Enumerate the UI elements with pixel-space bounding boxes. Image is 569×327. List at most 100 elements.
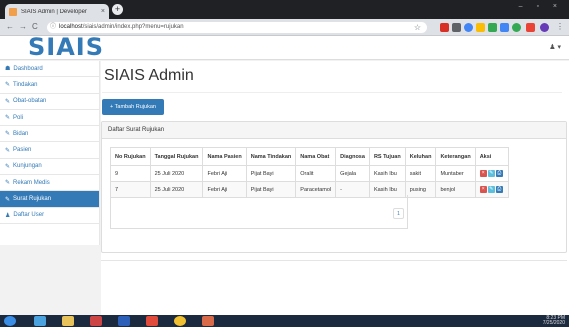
sidebar-item-rekam-medis[interactable]: ✎ Rekam Medis xyxy=(0,175,99,192)
edit-button[interactable]: ✎ xyxy=(487,186,495,193)
panel-title: Daftar Surat Rujukan xyxy=(102,122,566,139)
app-icon[interactable] xyxy=(90,316,102,326)
rujukan-panel: Daftar Surat Rujukan No Rujukan Tanggal R… xyxy=(101,121,567,253)
ie-icon[interactable] xyxy=(34,316,46,326)
table-cell: Gejala xyxy=(335,165,370,182)
edit-icon: ✎ xyxy=(5,196,11,203)
edit-icon: ✎ xyxy=(5,163,11,170)
divider xyxy=(101,260,567,261)
add-rujukan-button[interactable]: + Tambah Rujukan xyxy=(102,99,164,115)
sidebar-item-label: Surat Rujukan xyxy=(13,196,52,203)
address-bar[interactable]: ⓘ localhost/siais/admin/index.php?menu=r… xyxy=(47,22,427,33)
sidebar-item-bidan[interactable]: ✎ Bidan xyxy=(0,126,99,143)
sidebar-item-label: Daftar User xyxy=(13,212,45,219)
tab-close-icon[interactable]: × xyxy=(101,8,105,15)
vscode-icon[interactable] xyxy=(118,316,130,326)
divider xyxy=(102,92,562,93)
reload-icon[interactable]: C xyxy=(32,22,38,31)
browser-tab[interactable]: SIAIS Admin | Developer × xyxy=(5,4,109,19)
table-row: 9 25 Juli 2020 Febri Aji Pijat Bayi Oralit Ge… xyxy=(110,165,509,182)
sidebar-item-label: Obat-obatan xyxy=(13,98,47,105)
action-cell: × ✎ ⎙ xyxy=(474,181,509,198)
bookmark-star-icon[interactable]: ☆ xyxy=(414,22,421,33)
explorer-icon[interactable] xyxy=(62,316,74,326)
tab-title: SIAIS Admin | Developer xyxy=(21,8,87,15)
sidebar-item-label: Kunjungan xyxy=(13,163,42,170)
forward-icon[interactable]: → xyxy=(19,22,27,31)
extension-icon[interactable] xyxy=(526,23,535,32)
edit-icon: ✎ xyxy=(5,82,11,89)
extension-icon[interactable] xyxy=(500,23,509,32)
column-header: Keluhan xyxy=(404,147,437,166)
column-header: Keterangan xyxy=(435,147,476,166)
sidebar-item-poli[interactable]: ✎ Poli xyxy=(0,110,99,127)
app-icon[interactable] xyxy=(202,316,214,326)
sidebar-item-daftar-user[interactable]: ♟ Daftar User xyxy=(0,208,99,224)
delete-button[interactable]: × xyxy=(479,170,487,177)
column-header: RS Tujuan xyxy=(368,147,406,166)
sidebar-item-label: Rekam Medis xyxy=(13,179,50,186)
delete-button[interactable]: × xyxy=(479,186,487,193)
chrome-menu-icon[interactable]: ⋮ xyxy=(556,22,564,31)
column-header: Nama Pasien xyxy=(202,147,247,166)
table-cell: Oralit xyxy=(295,165,337,182)
edit-icon: ✎ xyxy=(5,98,11,105)
edit-icon: ✎ xyxy=(5,131,11,138)
sidebar-item-surat-rujukan[interactable]: ✎ Surat Rujukan xyxy=(0,191,99,208)
column-header: Diagnosa xyxy=(335,147,370,166)
back-icon[interactable]: ← xyxy=(6,22,14,31)
start-button[interactable] xyxy=(4,316,16,326)
site-info-icon[interactable]: ⓘ xyxy=(50,22,56,33)
table-header-row: No Rujukan Tanggal Rujukan Nama Pasien Nama… xyxy=(110,147,509,166)
extension-icon[interactable] xyxy=(488,23,497,32)
extension-icon[interactable] xyxy=(464,23,473,32)
rujukan-table: No Rujukan Tanggal Rujukan Nama Pasien Nama… xyxy=(110,147,509,198)
sidebar-item-dashboard[interactable]: ☗ Dashboard xyxy=(0,61,99,78)
extension-icon[interactable] xyxy=(440,23,449,32)
edit-icon: ✎ xyxy=(5,147,11,154)
sidebar-item-tindakan[interactable]: ✎ Tindakan xyxy=(0,77,99,94)
column-header: Nama Obat xyxy=(295,147,337,166)
column-header: No Rujukan xyxy=(110,147,151,166)
action-cell: × ✎ ⎙ xyxy=(474,165,509,182)
url-host: localhost xyxy=(59,24,83,30)
sidebar: ☗ Dashboard ✎ Tindakan ✎ Obat-obatan ✎ Poli ✎ Bid… xyxy=(0,61,100,245)
user-icon: ♟ xyxy=(5,212,11,219)
table-cell: 25 Juli 2020 xyxy=(149,165,204,182)
pagination-page[interactable]: 1 xyxy=(393,208,404,219)
app-icon[interactable] xyxy=(146,316,158,326)
table-cell: benjol xyxy=(435,181,476,198)
sidebar-item-label: Poli xyxy=(13,114,24,121)
new-tab-button[interactable]: + xyxy=(112,4,123,15)
sidebar-background xyxy=(0,245,100,315)
profile-avatar[interactable] xyxy=(540,23,549,32)
edit-icon: ✎ xyxy=(5,180,11,187)
sidebar-item-label: Pasien xyxy=(13,147,32,154)
edit-button[interactable]: ✎ xyxy=(487,170,495,177)
print-button[interactable]: ⎙ xyxy=(495,170,503,177)
table-cell: Pijat Bayi xyxy=(245,165,297,182)
sidebar-item-obat-obatan[interactable]: ✎ Obat-obatan xyxy=(0,94,99,110)
sidebar-item-label: Dashboard xyxy=(13,65,43,72)
sidebar-item-pasien[interactable]: ✎ Pasien xyxy=(0,142,99,159)
column-header: Aksi xyxy=(474,147,509,166)
user-menu-icon[interactable]: ♟ ▾ xyxy=(549,43,561,51)
table-cell: pusing xyxy=(404,181,437,198)
table-footer: 1 xyxy=(110,195,408,229)
window-controls[interactable]: – ▫ × xyxy=(519,3,563,10)
extension-icon[interactable] xyxy=(512,23,521,32)
screen: SIAIS Admin | Developer × + – ▫ × ← → C … xyxy=(0,0,569,327)
app-logo[interactable]: SIAIS xyxy=(28,34,104,60)
extension-icon[interactable] xyxy=(452,23,461,32)
os-taskbar: 8:23 PM 7/25/2020 xyxy=(0,315,569,327)
system-clock[interactable]: 8:23 PM 7/25/2020 xyxy=(543,316,565,326)
edit-icon: ✎ xyxy=(5,115,11,122)
chrome-icon[interactable] xyxy=(174,316,186,326)
table-cell: Kasih Ibu xyxy=(368,165,406,182)
sidebar-item-label: Bidan xyxy=(13,130,29,137)
table-cell: Febri Aji xyxy=(202,165,247,182)
print-button[interactable]: ⎙ xyxy=(495,186,503,193)
sidebar-item-kunjungan[interactable]: ✎ Kunjungan xyxy=(0,159,99,176)
sidebar-item-label: Tindakan xyxy=(13,81,38,88)
extension-icon[interactable] xyxy=(476,23,485,32)
